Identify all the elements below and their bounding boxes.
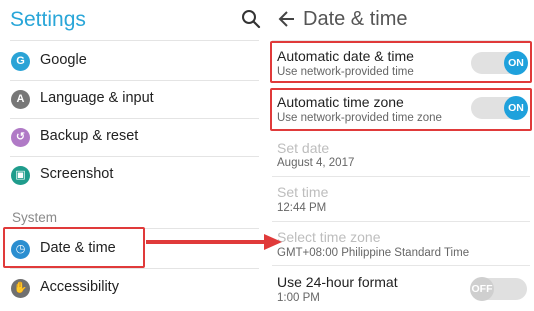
settings-title: Settings xyxy=(10,8,86,31)
google-icon: G xyxy=(11,52,30,71)
highlight-box-auto-date xyxy=(270,41,532,83)
backup-icon: ↺ xyxy=(11,128,30,147)
menu-item-google[interactable]: G Google xyxy=(0,42,264,80)
row-title: Select time zone xyxy=(277,229,381,245)
toggle-switch[interactable]: OFF xyxy=(470,277,527,301)
row-subtitle: 12:44 PM xyxy=(277,202,327,214)
toggle-state: OFF xyxy=(470,277,494,301)
menu-item-label: Backup & reset xyxy=(40,128,139,144)
back-arrow-icon[interactable] xyxy=(278,9,296,29)
page-title: Date & time xyxy=(303,8,408,30)
row-subtitle: GMT+08:00 Philippine Standard Time xyxy=(277,247,470,259)
section-label-system: System xyxy=(12,210,58,225)
highlight-box-auto-zone xyxy=(270,88,532,131)
menu-item-language[interactable]: A Language & input xyxy=(0,80,264,118)
menu-item-label: Language & input xyxy=(40,90,154,106)
row-title: Use 24-hour format xyxy=(277,274,398,290)
highlight-box-date-time xyxy=(3,227,145,268)
menu-item-screenshot[interactable]: ▣ Screenshot xyxy=(0,156,264,194)
menu-item-accessibility[interactable]: ✋ Accessibility xyxy=(0,269,264,307)
divider xyxy=(272,221,530,222)
annotation-arrow xyxy=(146,234,282,250)
search-icon[interactable] xyxy=(241,9,263,31)
screenshot-icon: ▣ xyxy=(11,166,30,185)
menu-item-label: Google xyxy=(40,52,87,68)
menu-item-label: Screenshot xyxy=(40,166,114,182)
divider xyxy=(10,40,259,41)
row-subtitle: August 4, 2017 xyxy=(277,157,355,169)
settings-header: Settings xyxy=(0,0,264,40)
row-subtitle: 1:00 PM xyxy=(277,292,320,304)
menu-item-backup[interactable]: ↺ Backup & reset xyxy=(0,118,264,156)
language-icon: A xyxy=(11,90,30,109)
divider xyxy=(272,176,530,177)
divider xyxy=(272,265,530,266)
accessibility-icon: ✋ xyxy=(11,279,30,298)
settings-panel: Settings G Google A Language & input ↺ B… xyxy=(0,0,264,311)
row-title: Set date xyxy=(277,140,330,156)
menu-item-label: Accessibility xyxy=(40,279,119,295)
row-title: Set time xyxy=(277,184,329,200)
